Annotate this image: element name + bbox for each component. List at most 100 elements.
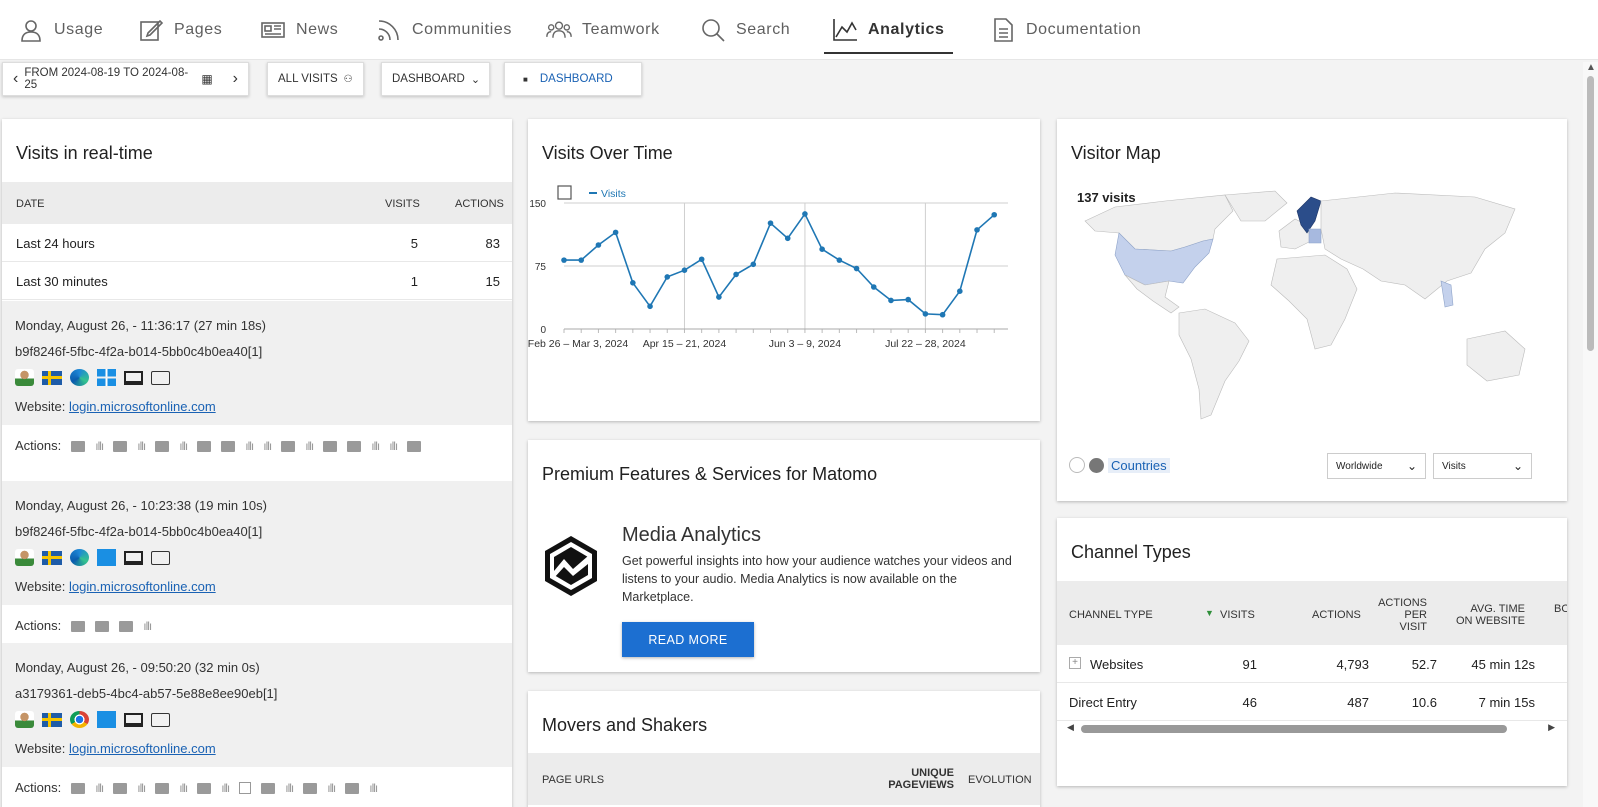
chevron-down-icon: ⌄ bbox=[470, 73, 481, 86]
region-select[interactable]: Worldwide ⌄ bbox=[1327, 453, 1426, 479]
event-icon[interactable]: ıllı bbox=[143, 619, 152, 633]
scroll-up-icon[interactable]: ▲ bbox=[1586, 62, 1596, 73]
scrollbar-thumb[interactable] bbox=[1587, 76, 1594, 351]
table-row[interactable]: Direct Entry 46 487 10.6 7 min 15s bbox=[1057, 683, 1567, 721]
event-icon[interactable]: ıllı bbox=[305, 439, 314, 453]
date-range-selector[interactable]: ‹ FROM 2024-08-19 TO 2024-08-25 ▦ › bbox=[2, 62, 249, 96]
external-link-icon[interactable] bbox=[239, 781, 252, 794]
column-unique-pageviews[interactable]: UNIQUE PAGEVIEWS bbox=[858, 767, 954, 791]
visitor-profile-icon[interactable] bbox=[15, 369, 34, 386]
scroll-left-icon[interactable]: ◀ bbox=[1067, 722, 1074, 733]
folder-icon[interactable] bbox=[197, 441, 212, 452]
folder-icon[interactable] bbox=[71, 621, 86, 632]
scroll-right-icon[interactable]: ▶ bbox=[1548, 722, 1555, 733]
folder-icon[interactable] bbox=[119, 621, 134, 632]
countries-link[interactable]: Countries bbox=[1108, 457, 1170, 473]
column-visits[interactable]: VISITS bbox=[1220, 609, 1255, 621]
event-icon[interactable]: ıllı bbox=[179, 781, 188, 795]
pencil-icon bbox=[140, 19, 164, 41]
event-icon[interactable]: ıllı bbox=[137, 781, 146, 795]
website-link[interactable]: login.microsoftonline.com bbox=[69, 579, 216, 594]
greenland-shape[interactable] bbox=[1224, 190, 1288, 222]
event-icon[interactable]: ıllı bbox=[327, 781, 336, 795]
event-icon[interactable]: ıllı bbox=[95, 781, 104, 795]
event-icon[interactable]: ıllı bbox=[137, 439, 146, 453]
column-channel-type[interactable]: CHANNEL TYPE bbox=[1069, 609, 1153, 621]
nav-communities[interactable]: Communities bbox=[376, 0, 512, 60]
column-date[interactable]: DATE bbox=[16, 198, 45, 210]
folder-icon[interactable] bbox=[71, 783, 86, 794]
folder-icon[interactable] bbox=[323, 441, 338, 452]
dashboard-tab[interactable]: ■ DASHBOARD bbox=[504, 62, 642, 96]
event-icon[interactable]: ıllı bbox=[245, 439, 254, 453]
event-icon[interactable]: ıllı bbox=[221, 781, 230, 795]
nav-pages[interactable]: Pages bbox=[138, 0, 222, 60]
africa-shape[interactable] bbox=[1270, 254, 1358, 350]
chevron-right-icon[interactable]: › bbox=[233, 70, 238, 88]
folder-icon[interactable] bbox=[303, 783, 318, 794]
dashboard-link[interactable]: DASHBOARD bbox=[540, 73, 613, 85]
column-actions[interactable]: ACTIONS bbox=[455, 198, 504, 210]
visits-line-chart[interactable]: 150 75 0 Feb 26 – Mar 3, 2024 Apr 15 – 21, 2… bbox=[528, 182, 1040, 382]
folder-icon[interactable] bbox=[347, 441, 362, 452]
nav-search[interactable]: Search bbox=[700, 0, 790, 60]
germany-shape[interactable] bbox=[1308, 228, 1322, 244]
website-link[interactable]: login.microsoftonline.com bbox=[69, 741, 216, 756]
folder-icon[interactable] bbox=[197, 783, 212, 794]
folder-icon[interactable] bbox=[345, 783, 360, 794]
nav-documentation[interactable]: Documentation bbox=[990, 0, 1141, 60]
nav-analytics[interactable]: Analytics bbox=[824, 0, 953, 60]
event-icon[interactable]: ıllı bbox=[389, 439, 398, 453]
folder-icon[interactable] bbox=[113, 783, 128, 794]
folder-icon[interactable] bbox=[155, 441, 170, 452]
column-bounce[interactable]: BO bbox=[1554, 603, 1567, 615]
website-link[interactable]: login.microsoftonline.com bbox=[69, 399, 216, 414]
data-point bbox=[870, 284, 877, 290]
folder-icon[interactable] bbox=[261, 783, 276, 794]
dashboard-selector[interactable]: DASHBOARD ⌄ bbox=[381, 62, 490, 96]
south-america-shape[interactable] bbox=[1178, 308, 1250, 420]
column-evolution[interactable]: EVOLUTION bbox=[968, 774, 1032, 786]
world-map[interactable] bbox=[1075, 189, 1553, 429]
folder-icon[interactable] bbox=[407, 441, 422, 452]
zoom-out-icon[interactable] bbox=[1069, 457, 1085, 473]
page-scrollbar[interactable]: ▲ bbox=[1583, 62, 1598, 807]
event-icon[interactable]: ıllı bbox=[369, 781, 378, 795]
column-actions-per-visit[interactable]: ACTIONS PER VISIT bbox=[1375, 597, 1427, 633]
data-point bbox=[733, 271, 739, 278]
folder-icon[interactable] bbox=[113, 441, 128, 452]
read-more-button[interactable]: READ MORE bbox=[622, 622, 754, 657]
nav-news[interactable]: News bbox=[260, 0, 338, 60]
row-actions: 4,793 bbox=[1336, 657, 1369, 672]
folder-icon[interactable] bbox=[281, 441, 296, 452]
column-visits[interactable]: VISITS bbox=[385, 198, 420, 210]
folder-icon[interactable] bbox=[95, 621, 110, 632]
event-icon[interactable]: ıllı bbox=[371, 439, 380, 453]
australia-shape[interactable] bbox=[1466, 330, 1526, 382]
thailand-shape[interactable] bbox=[1440, 280, 1454, 308]
column-avg-time[interactable]: AVG. TIME ON WEBSITE bbox=[1451, 603, 1525, 627]
scrollbar-thumb[interactable] bbox=[1081, 725, 1507, 733]
folder-icon[interactable] bbox=[155, 783, 170, 794]
nav-teamwork[interactable]: Teamwork bbox=[546, 0, 660, 60]
event-icon[interactable]: ıllı bbox=[285, 781, 294, 795]
nav-usage[interactable]: Usage bbox=[18, 0, 103, 60]
event-icon[interactable]: ıllı bbox=[95, 439, 104, 453]
event-icon[interactable]: ıllı bbox=[263, 439, 272, 453]
metric-select[interactable]: Visits ⌄ bbox=[1433, 453, 1532, 479]
folder-icon[interactable] bbox=[71, 441, 86, 452]
visitor-profile-icon[interactable] bbox=[15, 549, 34, 566]
table-horizontal-scrollbar[interactable]: ◀ ▶ bbox=[1067, 722, 1555, 736]
column-actions[interactable]: ACTIONS bbox=[1312, 609, 1361, 621]
event-icon[interactable]: ıllı bbox=[179, 439, 188, 453]
newspaper-icon bbox=[261, 22, 285, 38]
data-point bbox=[922, 311, 929, 317]
chevron-left-icon[interactable]: ‹ bbox=[13, 70, 18, 88]
table-row[interactable]: + Websites 91 4,793 52.7 45 min 12s bbox=[1057, 645, 1567, 683]
folder-icon[interactable] bbox=[221, 441, 236, 452]
column-page-urls[interactable]: PAGE URLS bbox=[542, 774, 604, 786]
expand-icon[interactable]: + bbox=[1069, 657, 1081, 669]
segment-selector[interactable]: ALL VISITS ⚇ bbox=[267, 62, 364, 96]
visitor-profile-icon[interactable] bbox=[15, 711, 34, 728]
data-point bbox=[698, 256, 705, 263]
